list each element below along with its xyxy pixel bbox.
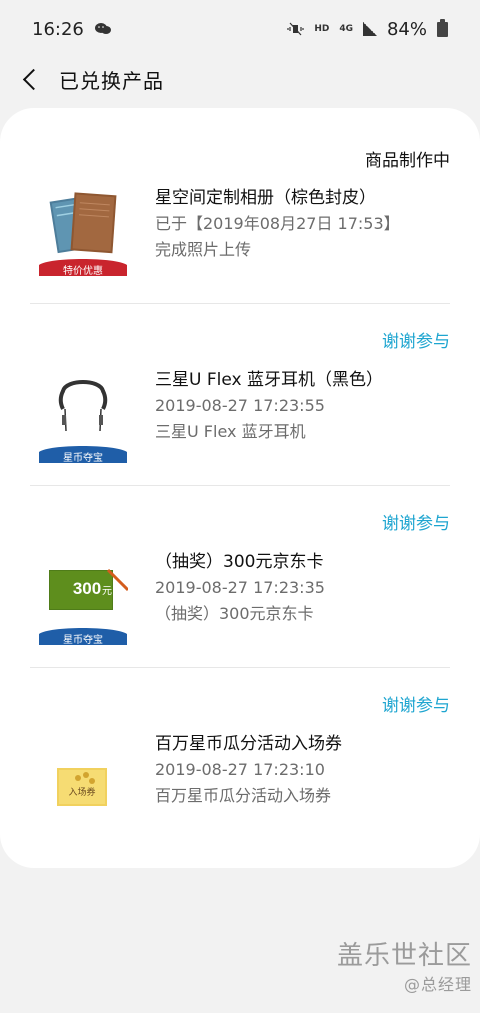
status-left: 16:26 bbox=[32, 19, 112, 40]
page-title: 已兑换产品 bbox=[59, 68, 164, 93]
product-status: 商品制作中 bbox=[365, 151, 450, 171]
ticket-image: 入场券 bbox=[57, 768, 107, 806]
product-note: 完成照片上传 bbox=[155, 240, 252, 259]
back-arrow-icon bbox=[22, 68, 44, 90]
status-right: HD 4G 84% bbox=[287, 18, 448, 40]
wechat-icon bbox=[94, 21, 112, 37]
watermark-subtitle: @总经理 bbox=[403, 975, 472, 994]
product-subtitle: （抽奖）300元京东卡 bbox=[155, 604, 314, 623]
vibrate-mute-svg bbox=[287, 22, 304, 36]
top-app-bar: 已兑换产品 bbox=[0, 58, 480, 100]
status-bar: 16:26 HD 4G 84% bbox=[0, 0, 480, 58]
exchanged-products-card: 商品制作中 特价优惠 星空间定制相册（棕色封皮） 已于【2019年08月27日 … bbox=[0, 108, 480, 868]
earphones-thumbnail: 星币夺宝 bbox=[38, 373, 128, 471]
product-date: 2019-08-27 17:23:55 bbox=[155, 396, 325, 415]
battery-level: 84% bbox=[386, 18, 427, 40]
album-thumbnail: 特价优惠 bbox=[38, 186, 128, 284]
thanks-status: 谢谢参与 bbox=[382, 696, 450, 716]
jd-card-badge-text: 星币夺宝 bbox=[63, 633, 103, 646]
card-value: 300 bbox=[73, 579, 101, 598]
product-details: 百万星币瓜分活动入场券 2019-08-27 17:23:10 百万星币瓜分活动… bbox=[155, 731, 450, 809]
earphones-image: 星币夺宝 bbox=[39, 380, 127, 464]
product-row-album[interactable]: 商品制作中 特价优惠 星空间定制相册（棕色封皮） 已于【2019年08月27日 … bbox=[30, 108, 450, 304]
ticket-label: 入场券 bbox=[68, 786, 95, 797]
ticket-thumbnail: 入场券 bbox=[38, 737, 128, 835]
jd-card-image: 300 元 星币夺宝 bbox=[39, 568, 128, 646]
product-name: （抽奖）300元京东卡 bbox=[155, 552, 324, 572]
product-subtitle: 百万星币瓜分活动入场券 bbox=[155, 786, 332, 805]
product-row-earphones[interactable]: 谢谢参与 星币夺宝 三星U Flex 蓝牙耳机（黑色） 2019-08-27 1… bbox=[30, 304, 450, 486]
vibrate-mute-icon bbox=[287, 21, 304, 37]
product-date: 2019-08-27 17:23:35 bbox=[155, 578, 325, 597]
wechat-svg bbox=[94, 23, 111, 34]
product-details: （抽奖）300元京东卡 2019-08-27 17:23:35 （抽奖）300元… bbox=[155, 549, 450, 627]
product-name: 百万星币瓜分活动入场券 bbox=[155, 734, 342, 754]
product-row-jd-card[interactable]: 谢谢参与 300 元 星币夺宝 （抽奖）300元京东卡 2019-08-27 1… bbox=[30, 486, 450, 668]
product-row-ticket[interactable]: 谢谢参与 入场券 百万星币瓜分活动入场券 2019-08-27 17:23:10… bbox=[30, 668, 450, 868]
card-unit: 元 bbox=[102, 586, 112, 597]
product-name: 三星U Flex 蓝牙耳机（黑色） bbox=[155, 370, 383, 390]
album-badge-text: 特价优惠 bbox=[63, 264, 103, 277]
battery-icon bbox=[437, 18, 448, 37]
thanks-status: 谢谢参与 bbox=[382, 514, 450, 534]
watermark: 盖乐世社区 @总经理 bbox=[337, 943, 472, 993]
thanks-status: 谢谢参与 bbox=[382, 332, 450, 352]
product-name: 星空间定制相册（棕色封皮） bbox=[155, 188, 376, 208]
back-button[interactable] bbox=[15, 64, 45, 94]
product-details: 星空间定制相册（棕色封皮） 已于【2019年08月27日 17:53】 完成照片… bbox=[155, 185, 450, 263]
product-date: 2019-08-27 17:23:10 bbox=[155, 760, 325, 779]
album-image: 特价优惠 bbox=[39, 192, 127, 277]
product-date: 已于【2019年08月27日 17:53】 bbox=[155, 214, 400, 233]
network-type-icon: 4G bbox=[339, 23, 353, 34]
watermark-title: 盖乐世社区 bbox=[336, 941, 472, 971]
product-details: 三星U Flex 蓝牙耳机（黑色） 2019-08-27 17:23:55 三星… bbox=[155, 367, 450, 445]
earphones-badge-text: 星币夺宝 bbox=[63, 451, 103, 464]
status-time: 16:26 bbox=[32, 18, 84, 40]
product-subtitle: 三星U Flex 蓝牙耳机 bbox=[155, 422, 306, 441]
jd-card-thumbnail: 300 元 星币夺宝 bbox=[38, 555, 128, 653]
signal-icon bbox=[362, 22, 377, 36]
hd-icon: HD bbox=[314, 23, 330, 34]
